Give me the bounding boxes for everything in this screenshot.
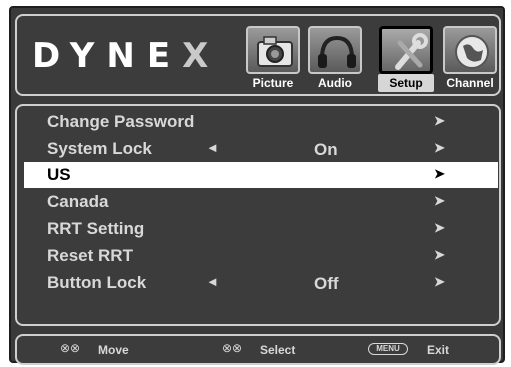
menu-item-us[interactable]: US ➤: [24, 162, 498, 188]
menu-item-label: Canada: [47, 192, 109, 211]
tab-picture-label: Picture: [252, 76, 294, 90]
camera-icon: [246, 26, 300, 74]
left-arrow-icon[interactable]: ◄: [206, 274, 219, 289]
exit-hint: Exit: [427, 343, 450, 357]
move-hint: Move: [98, 343, 129, 357]
tab-audio[interactable]: Audio: [305, 26, 365, 92]
headphones-icon: [308, 26, 362, 74]
menu-item-reset-rrt[interactable]: Reset RRT ➤: [24, 243, 498, 269]
button-lock-value: Off: [314, 274, 339, 293]
select-hint: Select: [260, 343, 296, 357]
right-arrow-icon[interactable]: ➤: [434, 274, 445, 290]
left-arrow-icon[interactable]: ◄: [206, 140, 219, 155]
right-arrow-icon: ➤: [434, 166, 445, 181]
menu-item-label: RRT Setting: [47, 219, 145, 238]
globe-icon: [443, 26, 497, 74]
menu-item-label: Button Lock: [47, 273, 147, 292]
tab-picture[interactable]: Picture: [243, 26, 303, 92]
menu-item-rrt-setting[interactable]: RRT Setting ➤: [24, 216, 498, 242]
left-right-arrows-icon: ⊗⊗: [222, 341, 243, 355]
tab-setup[interactable]: Setup: [376, 26, 436, 92]
tab-setup-label: Setup: [389, 76, 423, 90]
tab-channel-label: Channel: [446, 76, 494, 90]
menu-item-label: Reset RRT: [47, 246, 133, 265]
right-arrow-icon: ➤: [434, 220, 445, 235]
right-arrow-icon: ➤: [434, 193, 445, 208]
menu-item-label: US: [47, 165, 71, 184]
tools-icon: [379, 26, 433, 74]
menu-item-button-lock[interactable]: Button Lock ◄ Off ➤: [24, 270, 498, 296]
menu-item-system-lock[interactable]: System Lock ◄ On ➤: [24, 136, 498, 162]
menu-item-label: System Lock: [47, 139, 152, 158]
menu-key-icon: MENU: [368, 343, 408, 355]
system-lock-value: On: [314, 140, 338, 159]
up-down-arrows-icon: ⊗⊗: [60, 341, 81, 355]
right-arrow-icon: ➤: [434, 113, 445, 128]
menu-item-canada[interactable]: Canada ➤: [24, 189, 498, 215]
tab-audio-label: Audio: [318, 76, 352, 90]
right-arrow-icon[interactable]: ➤: [434, 140, 445, 156]
tab-channel[interactable]: Channel: [440, 26, 500, 92]
menu-item-change-password[interactable]: Change Password ➤: [24, 109, 498, 135]
menu-item-label: Change Password: [47, 112, 195, 131]
right-arrow-icon: ➤: [434, 247, 445, 262]
dynex-logo: DYNEX: [32, 36, 221, 76]
